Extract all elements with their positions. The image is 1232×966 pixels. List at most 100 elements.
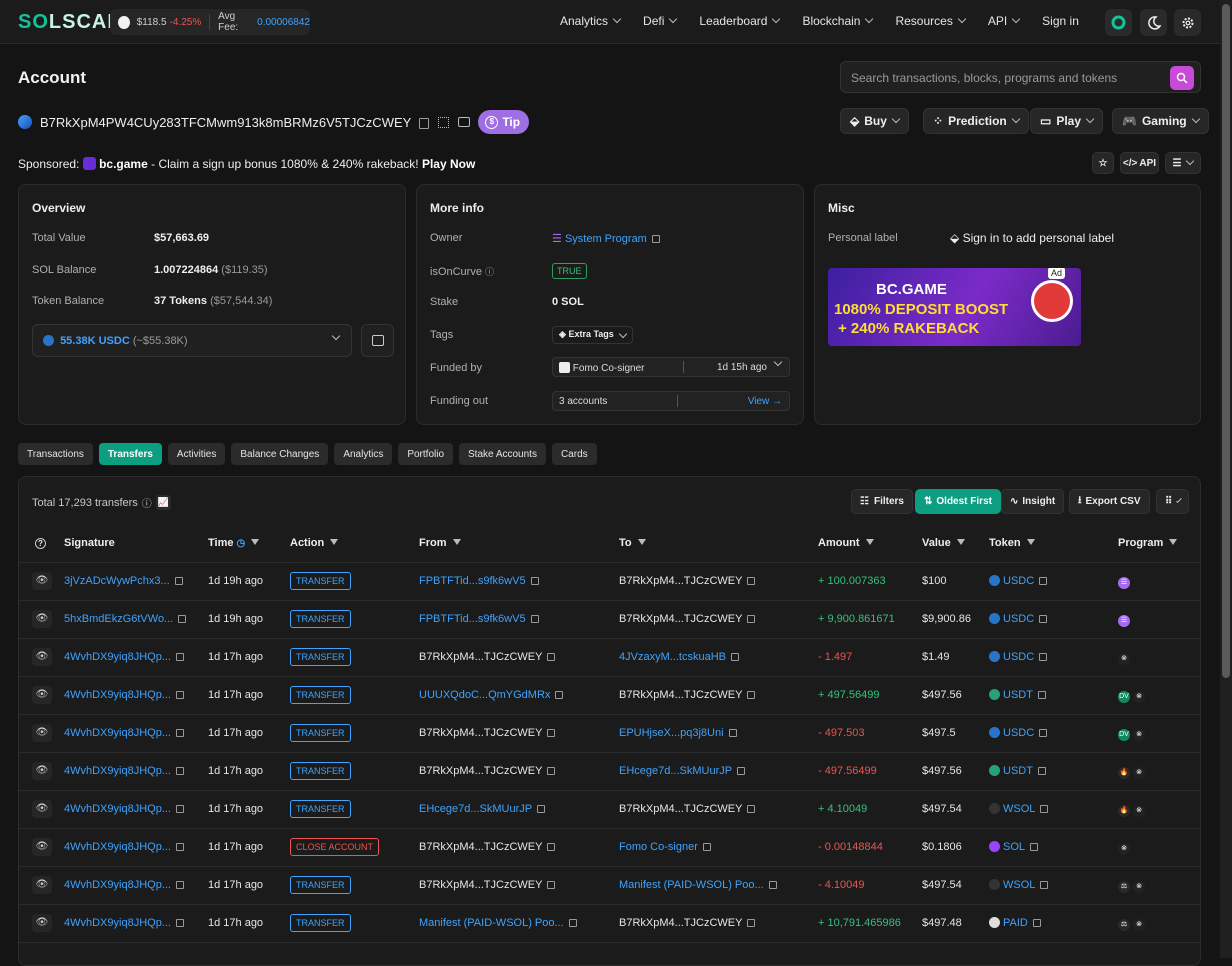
copy-icon[interactable]	[1032, 919, 1041, 927]
funding-out-box[interactable]: 3 accounts View →	[552, 391, 790, 411]
copy-icon[interactable]	[1037, 767, 1046, 775]
from-address[interactable]: UUUXQdoC...QmYGdMRx	[419, 689, 550, 701]
from-address[interactable]: EHcege7d...SkMUurJP	[419, 803, 532, 815]
filter-icon[interactable]	[1169, 538, 1178, 545]
filter-icon[interactable]	[865, 538, 874, 545]
copy-icon[interactable]	[1039, 615, 1048, 623]
signature-link[interactable]: 4WvhDX9yiq8JHQp...	[64, 841, 171, 853]
eye-icon[interactable]: 👁	[32, 648, 52, 666]
copy-icon[interactable]	[747, 577, 756, 585]
filter-icon[interactable]	[251, 538, 260, 545]
signature-link[interactable]: 4WvhDX9yiq8JHQp...	[64, 651, 171, 663]
token-link[interactable]: USDC	[1003, 727, 1034, 739]
token-link[interactable]: WSOL	[1003, 803, 1035, 815]
col-action[interactable]: Action	[290, 524, 419, 563]
scrollbar[interactable]	[1220, 0, 1232, 958]
settings-button[interactable]	[1174, 9, 1201, 36]
col-program[interactable]: Program	[1118, 524, 1200, 563]
eye-icon[interactable]: 👁	[32, 610, 52, 628]
to-address[interactable]: Fomo Co-signer	[619, 841, 698, 853]
program-icon[interactable]: ☰	[1118, 615, 1130, 627]
program-icon[interactable]: ⊗	[1133, 881, 1145, 893]
sponsor-cta[interactable]: Play Now	[422, 157, 475, 171]
tab-balance-changes[interactable]: Balance Changes	[231, 443, 329, 465]
copy-icon[interactable]	[737, 767, 746, 775]
copy-icon[interactable]	[568, 919, 577, 927]
sign-in-link[interactable]: Sign in	[1042, 14, 1079, 28]
to-address[interactable]: Manifest (PAID-WSOL) Poo...	[619, 879, 764, 891]
nav-defi[interactable]: Defi	[643, 14, 678, 28]
copy-icon[interactable]	[175, 691, 184, 699]
filter-icon[interactable]	[330, 538, 339, 545]
table-options-button[interactable]: ⠿	[1156, 489, 1189, 514]
tab-transfers[interactable]: Transfers	[98, 443, 162, 465]
from-address[interactable]: FPBTFTid...s9fk6wV5	[419, 575, 526, 587]
play-button[interactable]: ▭ Play	[1030, 108, 1104, 134]
buy-button[interactable]: ⬙ Buy	[840, 108, 909, 134]
sponsor-name[interactable]: bc.game	[99, 157, 148, 171]
to-address[interactable]: EPUHjseX...pq3j8Uni	[619, 727, 724, 739]
eye-icon[interactable]: 👁	[32, 762, 52, 780]
prediction-button[interactable]: ⁘ Prediction	[923, 108, 1029, 134]
signature-link[interactable]: 4WvhDX9yiq8JHQp...	[64, 765, 171, 777]
eye-icon[interactable]: 👁	[32, 572, 52, 590]
token-link[interactable]: WSOL	[1003, 879, 1035, 891]
add-label-link[interactable]: ⬙ Sign in to add personal label	[950, 231, 1114, 245]
scrollbar-thumb[interactable]	[1222, 4, 1230, 678]
comment-icon[interactable]	[458, 117, 471, 127]
program-icon[interactable]: 🔥	[1118, 767, 1130, 779]
to-address[interactable]: EHcege7d...SkMUurJP	[619, 765, 732, 777]
program-icon[interactable]: ⊗	[1133, 691, 1145, 703]
col-amount[interactable]: Amount	[818, 524, 922, 563]
from-address[interactable]: Manifest (PAID-WSOL) Poo...	[419, 917, 564, 929]
copy-icon[interactable]	[747, 615, 756, 623]
nav-leaderboard[interactable]: Leaderboard	[699, 14, 781, 28]
search-button[interactable]	[1170, 66, 1194, 90]
token-link[interactable]: USDC	[1003, 575, 1034, 587]
token-link[interactable]: USDC	[1003, 651, 1034, 663]
copy-icon[interactable]	[747, 805, 756, 813]
api-button[interactable]: </> API	[1120, 152, 1159, 174]
tab-portfolio[interactable]: Portfolio	[398, 443, 454, 465]
tab-analytics[interactable]: Analytics	[334, 443, 393, 465]
token-link[interactable]: SOL	[1003, 841, 1025, 853]
col-token[interactable]: Token	[989, 524, 1118, 563]
token-link[interactable]: USDC	[1003, 613, 1034, 625]
filter-icon[interactable]	[956, 538, 965, 545]
program-icon[interactable]: ⊗	[1133, 767, 1145, 779]
program-icon[interactable]: ⊗	[1133, 805, 1145, 817]
signature-link[interactable]: 4WvhDX9yiq8JHQp...	[64, 879, 171, 891]
nav-blockchain[interactable]: Blockchain	[802, 14, 874, 28]
program-icon[interactable]: DV	[1118, 729, 1130, 741]
program-icon[interactable]: ☰	[1118, 577, 1130, 589]
copy-icon[interactable]	[1039, 577, 1048, 585]
tab-transactions[interactable]: Transactions	[18, 443, 93, 465]
chart-icon[interactable]: 📈	[155, 495, 171, 510]
copy-icon[interactable]	[1037, 691, 1046, 699]
copy-icon[interactable]	[175, 767, 184, 775]
view-options-button[interactable]: ☰	[1165, 152, 1201, 174]
token-select[interactable]: 55.38K USDC (~$55.38K)	[32, 324, 352, 357]
filter-icon[interactable]	[1026, 538, 1035, 545]
program-icon[interactable]: ⊗	[1133, 729, 1145, 741]
copy-icon[interactable]	[175, 653, 184, 661]
copy-icon[interactable]	[1039, 729, 1048, 737]
insight-button[interactable]: ∿ Insight	[1001, 489, 1065, 514]
signature-link[interactable]: 4WvhDX9yiq8JHQp...	[64, 917, 171, 929]
bcgame-ad-banner[interactable]: Ad BC.GAME 1080% DEPOSIT BOOST + 240% RA…	[828, 268, 1081, 346]
copy-icon[interactable]	[768, 881, 777, 889]
copy-icon[interactable]	[730, 653, 739, 661]
view-link[interactable]: View →	[748, 396, 782, 407]
copy-icon[interactable]	[537, 805, 546, 813]
export-csv-button[interactable]: ⭳ Export CSV	[1069, 489, 1150, 514]
gaming-button[interactable]: 🎮 Gaming	[1112, 108, 1209, 134]
copy-icon[interactable]	[174, 577, 183, 585]
signature-link[interactable]: 4WvhDX9yiq8JHQp...	[64, 727, 171, 739]
eye-icon[interactable]: 👁	[32, 876, 52, 894]
copy-icon[interactable]	[530, 615, 539, 623]
copy-icon[interactable]	[175, 805, 184, 813]
copy-icon[interactable]	[175, 881, 184, 889]
program-icon[interactable]: 🔥	[1118, 805, 1130, 817]
copy-icon[interactable]	[547, 729, 556, 737]
copy-icon[interactable]	[702, 843, 711, 851]
